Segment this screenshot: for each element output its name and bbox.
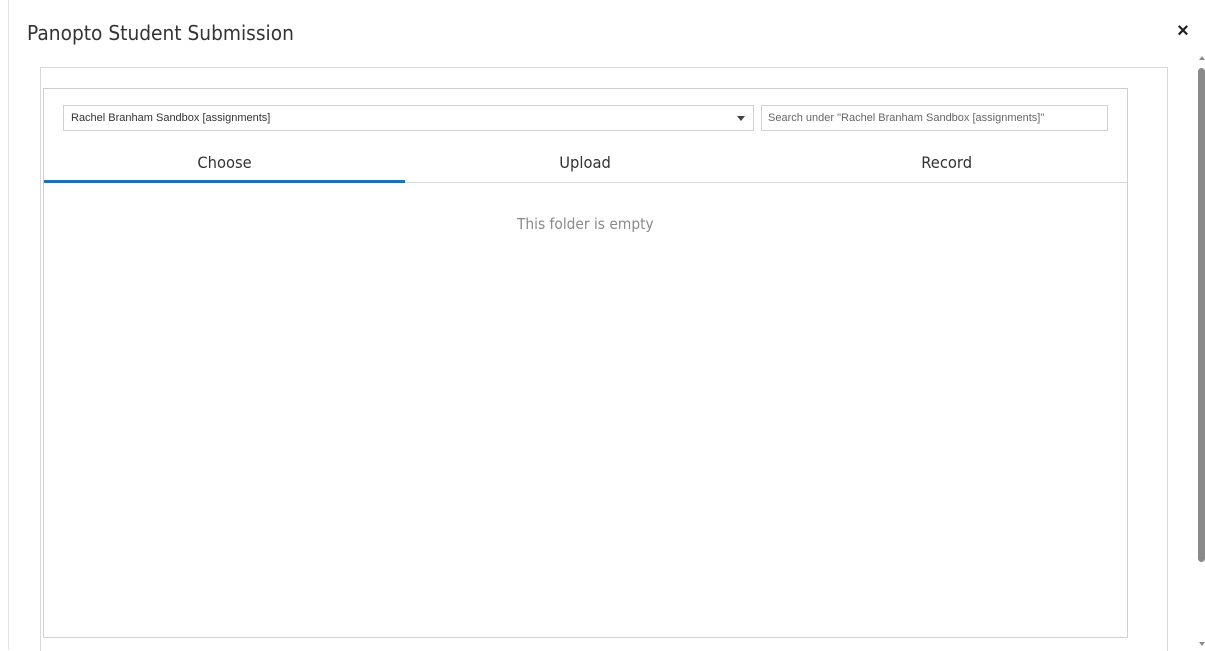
folder-dropdown-value: Rachel Branham Sandbox [assignments] bbox=[71, 112, 271, 124]
tab-upload-label: Upload bbox=[559, 153, 612, 172]
empty-folder-message: This folder is empty bbox=[44, 215, 1127, 233]
scroll-down-arrow-icon[interactable] bbox=[1199, 642, 1205, 646]
dialog-header: Panopto Student Submission × bbox=[9, 0, 1205, 66]
tab-choose-label: Choose bbox=[197, 153, 252, 172]
folder-dropdown[interactable]: Rachel Branham Sandbox [assignments] bbox=[63, 105, 754, 131]
tab-choose[interactable]: Choose bbox=[44, 141, 405, 183]
tab-upload[interactable]: Upload bbox=[405, 141, 766, 182]
search-input[interactable] bbox=[761, 105, 1108, 131]
scroll-up-arrow-icon[interactable] bbox=[1199, 56, 1205, 60]
close-icon: × bbox=[1177, 20, 1189, 42]
chevron-down-icon bbox=[737, 116, 745, 121]
scrollbar-thumb[interactable] bbox=[1198, 68, 1205, 562]
panopto-panel: Rachel Branham Sandbox [assignments] Cho… bbox=[43, 88, 1128, 638]
close-button[interactable]: × bbox=[1172, 20, 1194, 42]
scrollbar[interactable] bbox=[1198, 56, 1205, 650]
tab-record[interactable]: Record bbox=[766, 141, 1127, 182]
tab-bar: Choose Upload Record bbox=[44, 141, 1127, 183]
empty-folder-text: This folder is empty bbox=[517, 215, 654, 233]
tab-record-label: Record bbox=[921, 153, 972, 172]
dialog-title: Panopto Student Submission bbox=[27, 21, 294, 45]
